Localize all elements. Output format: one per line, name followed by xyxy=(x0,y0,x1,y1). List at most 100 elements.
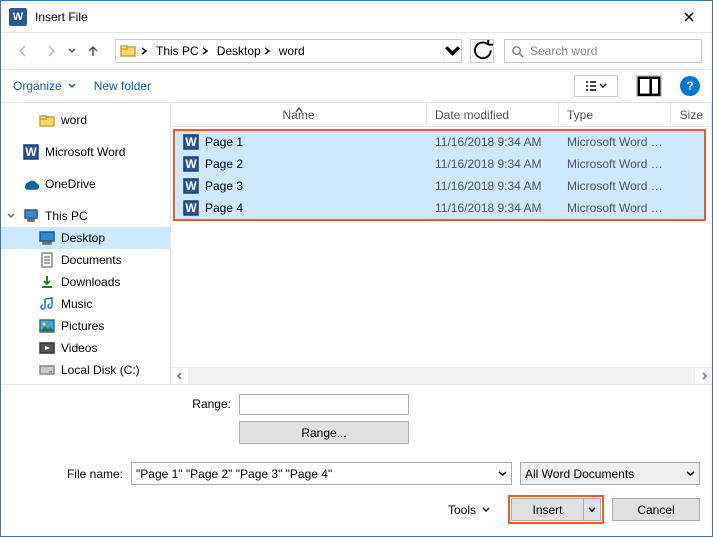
pictures-icon xyxy=(39,318,55,334)
file-type-filter[interactable]: All Word Documents xyxy=(520,462,700,485)
column-name[interactable]: Name xyxy=(171,103,427,126)
cancel-button[interactable]: Cancel xyxy=(612,498,700,521)
tree-item[interactable]: Videos xyxy=(1,337,170,359)
insert-dropdown-button[interactable] xyxy=(583,498,601,521)
tree-item-label: This PC xyxy=(45,209,88,223)
back-button[interactable] xyxy=(11,39,35,63)
tree-item-label: Music xyxy=(61,297,92,311)
new-folder-button[interactable]: New folder xyxy=(94,79,151,93)
help-button[interactable]: ? xyxy=(680,76,700,96)
tree-item-label: Videos xyxy=(61,341,97,355)
disk-icon xyxy=(39,362,55,378)
file-date: 11/16/2018 9:34 AM xyxy=(427,201,559,215)
tree-item-label: word xyxy=(61,113,87,127)
details-view-icon xyxy=(585,80,597,92)
svg-text:W: W xyxy=(185,201,197,215)
file-row[interactable]: W Page 2 11/16/2018 9:34 AMMicrosoft Word … xyxy=(175,153,704,175)
tree-item-label: Microsoft Word xyxy=(45,145,125,159)
bottom-panel: Range: Range... File name: All Word Docu… xyxy=(1,384,712,536)
file-row[interactable]: WPage 311/16/2018 9:34 AMMicrosoft Word … xyxy=(175,175,704,197)
forward-button[interactable] xyxy=(39,39,63,63)
file-type: Microsoft Word D... xyxy=(559,157,671,171)
svg-text:W: W xyxy=(185,179,197,193)
file-row[interactable]: WPage 111/16/2018 9:34 AMMicrosoft Word … xyxy=(175,131,704,153)
tools-button[interactable]: Tools xyxy=(448,503,490,517)
desktop-icon xyxy=(39,230,55,246)
folder-icon xyxy=(120,43,136,59)
address-history-button[interactable] xyxy=(443,40,461,62)
refresh-button[interactable] xyxy=(470,39,494,63)
up-button[interactable] xyxy=(81,39,105,63)
close-button[interactable] xyxy=(666,1,712,32)
window-title: Insert File xyxy=(35,10,666,24)
insert-file-dialog: W Insert File This PC Desktop word Organ… xyxy=(0,0,713,537)
breadcrumb-seg[interactable]: This PC xyxy=(156,44,199,58)
column-date[interactable]: Date modified xyxy=(427,103,559,126)
preview-pane-button[interactable] xyxy=(636,75,662,97)
breadcrumb-seg[interactable]: Desktop xyxy=(217,44,261,58)
tree-item[interactable]: Desktop xyxy=(1,227,170,249)
file-date: 11/16/2018 9:34 AM xyxy=(427,157,559,171)
insert-button[interactable]: Insert xyxy=(511,498,583,521)
tree-item-label: Pictures xyxy=(61,319,104,333)
onedrive-icon xyxy=(23,176,39,192)
folder-icon xyxy=(39,112,55,128)
tree-item[interactable]: This PC xyxy=(1,205,170,227)
tree-item[interactable]: Documents xyxy=(1,249,170,271)
nav-row: This PC Desktop word xyxy=(1,33,712,69)
view-options-button[interactable] xyxy=(574,75,618,97)
range-input[interactable] xyxy=(239,394,409,415)
horizontal-scrollbar[interactable] xyxy=(171,367,712,384)
word-doc-icon: W xyxy=(183,156,199,172)
downloads-icon xyxy=(39,274,55,290)
sort-asc-icon xyxy=(295,103,303,116)
chevron-down-icon[interactable] xyxy=(498,467,507,481)
filename-combo[interactable] xyxy=(131,462,512,485)
word-doc-icon: W xyxy=(183,134,199,150)
search-icon xyxy=(511,45,524,58)
tree-item[interactable]: W Microsoft Word xyxy=(1,141,170,163)
word-doc-icon: W xyxy=(183,200,199,216)
search-input[interactable] xyxy=(530,44,695,58)
file-type: Microsoft Word D... xyxy=(559,135,671,149)
videos-icon xyxy=(39,340,55,356)
nav-tree[interactable]: word W Microsoft Word OneDrive This PC Deskto… xyxy=(1,103,171,384)
range-label: Range: xyxy=(181,397,231,411)
chevron-down-icon[interactable] xyxy=(686,467,695,481)
tree-item[interactable]: Local Disk (C:) xyxy=(1,359,170,381)
organize-button[interactable]: Organize xyxy=(13,79,76,93)
svg-text:W: W xyxy=(25,145,37,159)
search-box[interactable] xyxy=(504,39,702,63)
file-name: Page 4 xyxy=(205,201,243,215)
tree-item[interactable]: Music xyxy=(1,293,170,315)
tree-item[interactable]: word xyxy=(1,109,170,131)
svg-text:W: W xyxy=(185,135,197,149)
scroll-right-button[interactable] xyxy=(695,368,712,385)
svg-text:W: W xyxy=(185,157,197,171)
titlebar: W Insert File xyxy=(1,1,712,33)
word-icon: W xyxy=(23,144,39,160)
tree-item-label: Desktop xyxy=(61,231,105,245)
chevron-down-icon xyxy=(482,506,490,514)
tree-item[interactable]: Pictures xyxy=(1,315,170,337)
tree-item-label: Documents xyxy=(61,253,122,267)
selection-highlight: WPage 111/16/2018 9:34 AMMicrosoft Word … xyxy=(173,129,706,221)
column-headers[interactable]: Name Date modified Type Size xyxy=(171,103,712,127)
address-bar[interactable]: This PC Desktop word xyxy=(115,39,462,63)
file-type: Microsoft Word D... xyxy=(559,179,671,193)
tree-item[interactable]: Downloads xyxy=(1,271,170,293)
file-name: Page 2 xyxy=(205,157,243,171)
word-doc-icon: W xyxy=(183,178,199,194)
tree-item-label: Downloads xyxy=(61,275,120,289)
breadcrumb-seg[interactable]: word xyxy=(279,44,305,58)
range-button[interactable]: Range... xyxy=(239,421,409,444)
filename-input[interactable] xyxy=(136,467,491,481)
column-type[interactable]: Type xyxy=(559,103,671,126)
tree-item-label: OneDrive xyxy=(45,177,96,191)
scroll-left-button[interactable] xyxy=(171,368,188,385)
file-row[interactable]: WPage 411/16/2018 9:34 AMMicrosoft Word … xyxy=(175,197,704,219)
music-icon xyxy=(39,296,55,312)
tree-item[interactable]: OneDrive xyxy=(1,173,170,195)
column-size[interactable]: Size xyxy=(671,103,712,126)
recent-locations-button[interactable] xyxy=(67,47,77,55)
